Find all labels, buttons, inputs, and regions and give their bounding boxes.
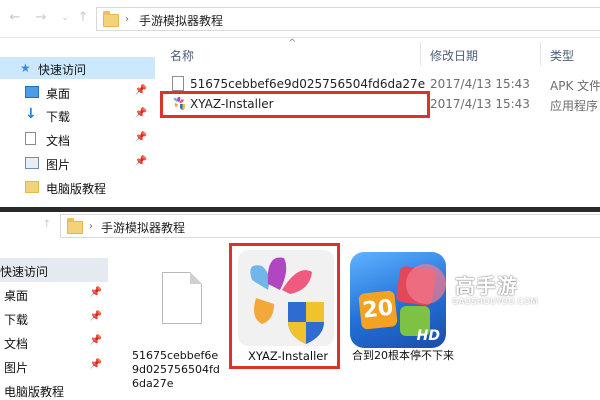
nav-item-desktop[interactable]: 桌面 📌 bbox=[0, 282, 108, 306]
top-explorer-window: ← → ⌄ ↑ › 手游模拟器教程 ★ 快速访问 桌面 📌 ↓ 下载 📌 文档 … bbox=[0, 0, 600, 207]
up-arrow-icon[interactable]: ↑ bbox=[76, 11, 90, 25]
watermark-brand: 高手游 bbox=[455, 274, 518, 298]
watermark-domain: GAOSHOUYOU.COM bbox=[452, 297, 539, 306]
game-hd-badge: HD bbox=[416, 328, 440, 344]
nav-item-downloads[interactable]: ↓ 下载 📌 bbox=[0, 104, 155, 126]
file-type: APK 文件 bbox=[550, 79, 600, 93]
file-name: 51675cebbef6e9d025756504fd6da27e bbox=[190, 77, 426, 91]
file-type: 应用程序 bbox=[550, 99, 599, 113]
nav-item-label: 图片 bbox=[4, 361, 29, 375]
breadcrumb-folder[interactable]: 手游模拟器教程 bbox=[101, 219, 185, 236]
watermark-logo-icon bbox=[406, 264, 446, 304]
nav-item-label: 电脑版教程 bbox=[46, 182, 107, 196]
bottom-address-input[interactable]: › 手游模拟器教程 bbox=[60, 214, 600, 238]
nav-item-label: 图片 bbox=[46, 158, 71, 172]
pin-icon[interactable]: 📌 bbox=[90, 359, 102, 370]
up-arrow-icon[interactable]: ↑ bbox=[40, 218, 54, 232]
pin-icon[interactable]: 📌 bbox=[90, 335, 102, 346]
pin-icon[interactable]: 📌 bbox=[90, 311, 102, 322]
top-address-bar-area: ← → ⌄ ↑ › 手游模拟器教程 bbox=[0, 0, 600, 38]
pictures-icon bbox=[25, 157, 39, 169]
nav-item-pictures[interactable]: 图片 📌 bbox=[0, 354, 108, 378]
breadcrumb-chevron-icon[interactable]: › bbox=[89, 221, 93, 232]
nav-item-pc-tutorial[interactable]: 电脑版教程 bbox=[0, 176, 155, 198]
breadcrumb-folder[interactable]: 手游模拟器教程 bbox=[139, 12, 223, 29]
highlight-box bbox=[160, 91, 430, 118]
tile-label-line: 6da27e bbox=[132, 377, 174, 390]
pin-icon[interactable]: 📌 bbox=[135, 108, 147, 119]
nav-item-downloads[interactable]: 下载 📌 bbox=[0, 306, 108, 330]
column-header-name[interactable]: 名称 bbox=[170, 47, 194, 64]
forward-arrow-icon[interactable]: → bbox=[34, 11, 48, 25]
game-number-block: 20 bbox=[358, 290, 398, 330]
recent-locations-chevron-icon[interactable]: ⌄ bbox=[58, 11, 72, 25]
nav-item-label: 电脑版教程 bbox=[4, 385, 65, 399]
back-arrow-icon[interactable]: ← bbox=[8, 11, 22, 25]
nav-item-desktop[interactable]: 桌面 📌 bbox=[0, 81, 155, 103]
nav-quick-access[interactable]: 快速访问 bbox=[0, 258, 108, 282]
file-date: 2017/4/13 15:43 bbox=[430, 97, 530, 111]
nav-item-label: 桌面 bbox=[46, 87, 71, 101]
nav-item-pictures[interactable]: 图片 📌 bbox=[0, 152, 155, 174]
nav-quick-access-label: 快速访问 bbox=[38, 63, 87, 77]
pin-icon[interactable]: 📌 bbox=[135, 132, 147, 143]
nav-item-documents[interactable]: 文档 📌 bbox=[0, 330, 108, 354]
pin-icon[interactable]: 📌 bbox=[135, 156, 147, 167]
tile-label-line: 9d025756504fd bbox=[132, 363, 220, 376]
nav-item-label: 文档 bbox=[46, 134, 71, 148]
nav-item-label: 下载 bbox=[46, 110, 71, 124]
breadcrumb-chevron-icon[interactable]: › bbox=[125, 14, 129, 25]
apk-file-tile-icon[interactable] bbox=[162, 272, 202, 324]
bottom-navigation-pane: 快速访问 桌面 📌 下载 📌 文档 📌 图片 📌 电脑版教程 bbox=[0, 258, 108, 400]
pin-icon[interactable]: 📌 bbox=[135, 85, 147, 96]
pin-icon[interactable]: 📌 bbox=[90, 287, 102, 298]
nav-item-label: 下载 bbox=[4, 313, 29, 327]
nav-item-label: 桌面 bbox=[4, 289, 29, 303]
column-header-type[interactable]: 类型 bbox=[550, 47, 574, 64]
folder-icon bbox=[103, 11, 119, 27]
folder-icon bbox=[67, 218, 83, 234]
nav-quick-access[interactable]: ★ 快速访问 bbox=[0, 57, 155, 79]
blank-file-icon bbox=[172, 76, 184, 91]
star-icon: ★ bbox=[20, 61, 31, 75]
nav-item-documents[interactable]: 文档 📌 bbox=[0, 128, 155, 150]
column-divider[interactable] bbox=[420, 42, 421, 66]
sort-ascending-icon: ^ bbox=[288, 38, 297, 49]
game-app-tile-label[interactable]: 合到20根本停不下来 bbox=[352, 349, 462, 363]
column-divider[interactable] bbox=[540, 42, 541, 66]
nav-item-label: 文档 bbox=[4, 337, 29, 351]
nav-item-pc-tutorial[interactable]: 电脑版教程 bbox=[0, 378, 108, 400]
tile-label-line: 51675cebbef6e bbox=[132, 349, 219, 362]
highlight-box bbox=[229, 243, 340, 369]
documents-icon bbox=[25, 132, 36, 145]
apk-file-tile-label[interactable]: 51675cebbef6e 9d025756504fd 6da27e bbox=[132, 349, 232, 391]
top-navigation-pane: ★ 快速访问 桌面 📌 ↓ 下载 📌 文档 📌 图片 📌 电脑版教程 bbox=[0, 38, 155, 207]
desktop-icon bbox=[25, 86, 39, 98]
folder-icon bbox=[25, 181, 39, 193]
nav-quick-access-label: 快速访问 bbox=[0, 265, 49, 279]
file-details-list: ^ 名称 修改日期 类型 51675cebbef6e9d025756504fd6… bbox=[160, 38, 600, 207]
top-address-input[interactable]: › 手游模拟器教程 bbox=[96, 7, 600, 31]
file-date: 2017/4/13 15:43 bbox=[430, 77, 530, 91]
column-header-date[interactable]: 修改日期 bbox=[430, 47, 478, 64]
download-icon: ↓ bbox=[25, 106, 37, 122]
